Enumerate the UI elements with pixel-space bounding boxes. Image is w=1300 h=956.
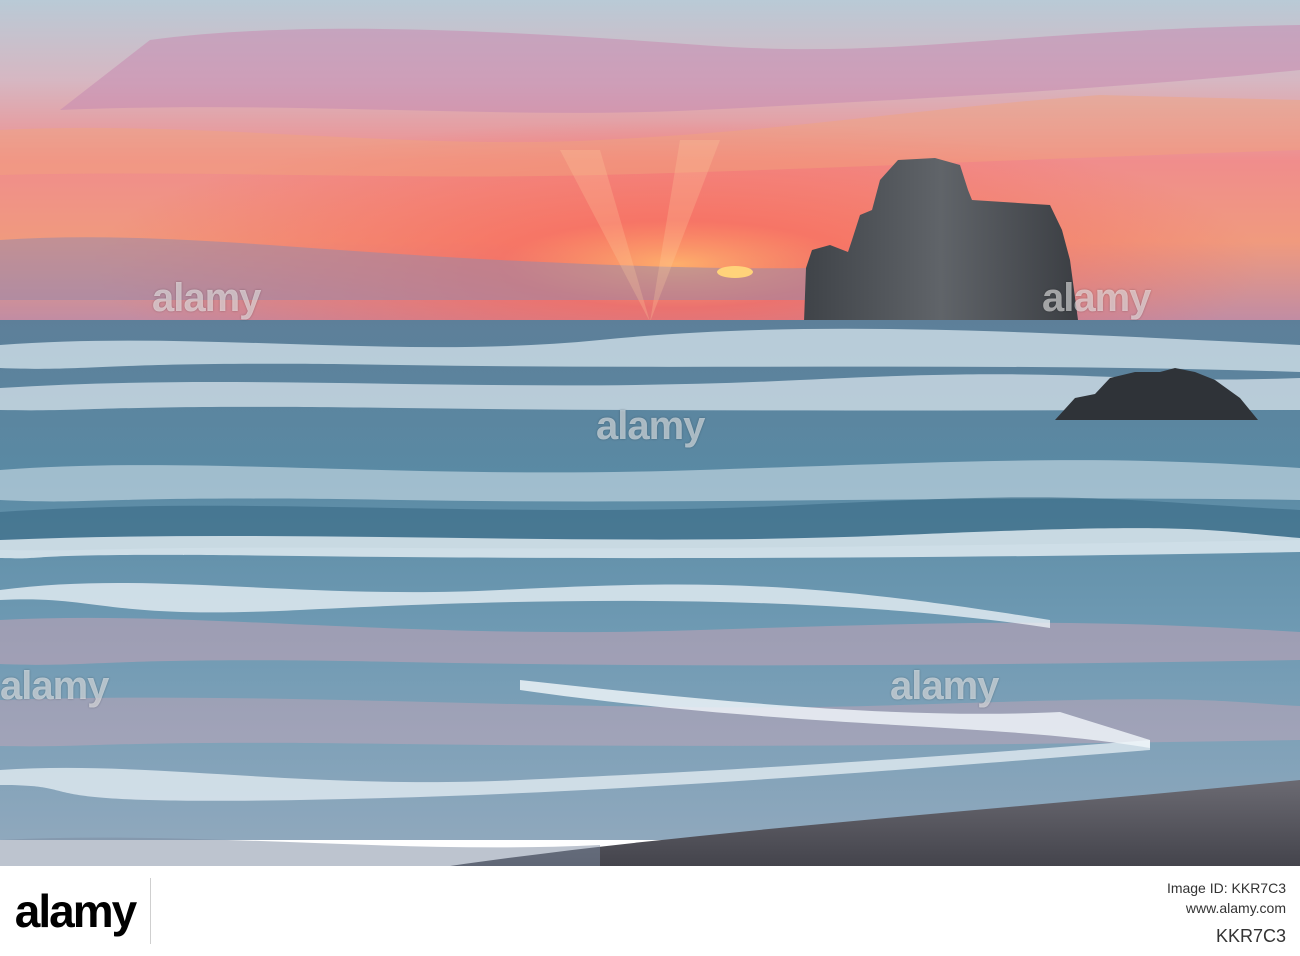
footer-bar: alamy Image ID: KKR7C3 www.alamy.com KKR… bbox=[0, 866, 1300, 956]
watermark: alamy bbox=[0, 664, 109, 708]
footer-url: www.alamy.com bbox=[1185, 900, 1286, 916]
watermark: alamy bbox=[1042, 276, 1151, 320]
watermark: alamy bbox=[890, 664, 999, 708]
footer-image-id-line: Image ID: KKR7C3 bbox=[1166, 880, 1286, 896]
footer-divider bbox=[150, 878, 151, 944]
footer-info: Image ID: KKR7C3 www.alamy.com bbox=[886, 878, 1286, 918]
alamy-logo: alamy bbox=[14, 885, 137, 937]
watermark: alamy bbox=[596, 404, 705, 448]
watermark: alamy bbox=[152, 276, 261, 320]
landscape-photo: alamy alamy alamy alamy alamy bbox=[0, 0, 1300, 866]
footer-image-id: KKR7C3 bbox=[1215, 926, 1286, 946]
